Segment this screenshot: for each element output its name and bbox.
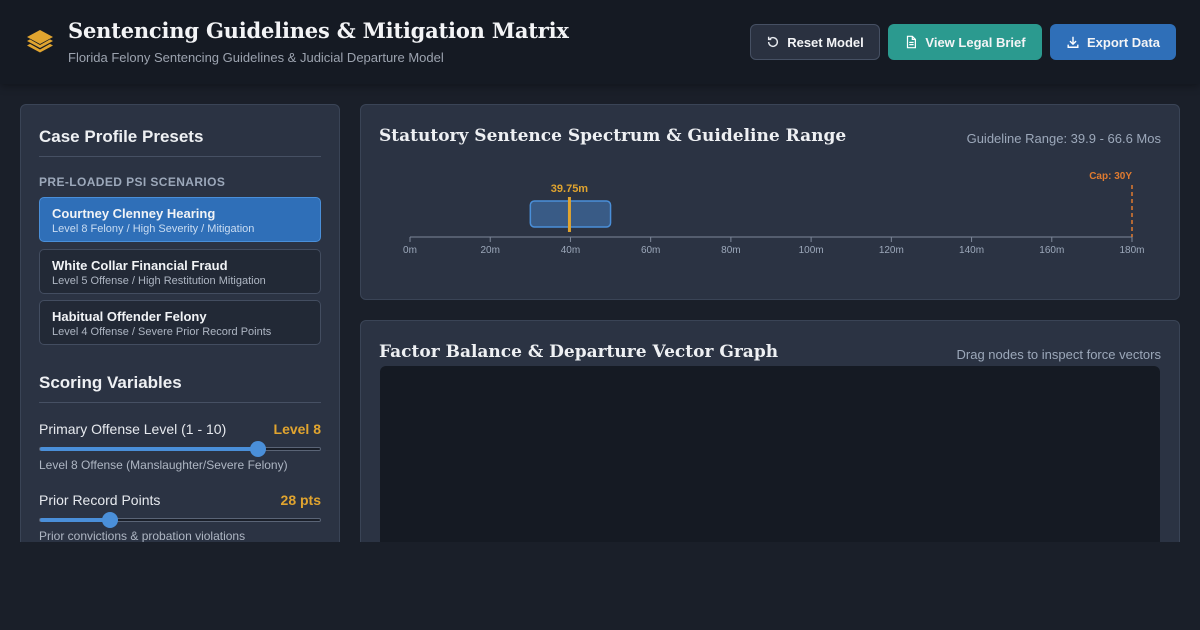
- factor-balance-panel: Factor Balance & Departure Vector Graph …: [360, 320, 1180, 560]
- stack-layers-icon: [27, 30, 53, 53]
- page-bottom: [0, 542, 1200, 630]
- sentence-marker-label: 39.75m: [551, 183, 589, 195]
- download-icon: [1067, 36, 1079, 48]
- offense-level-label: Primary Offense Level (1 - 10): [39, 421, 227, 437]
- tick-label: 180m: [1119, 245, 1144, 256]
- presets-subhead: PRE-LOADED PSI SCENARIOS: [39, 175, 226, 189]
- export-data-label: Export Data: [1087, 34, 1160, 50]
- tick-label: 100m: [799, 245, 824, 256]
- page-title: Sentencing Guidelines & Mitigation Matri…: [68, 18, 569, 43]
- tick-label: 80m: [721, 245, 740, 256]
- preset-desc: Level 4 Offense / Severe Prior Record Po…: [52, 326, 272, 338]
- slider-fill: [40, 447, 258, 451]
- slider-fill: [40, 518, 110, 522]
- tick-label: 60m: [641, 245, 660, 256]
- tick-label: 20m: [480, 245, 499, 256]
- offense-level-note: Level 8 Offense (Manslaughter/Severe Fel…: [39, 458, 288, 472]
- offense-level-slider[interactable]: [39, 441, 321, 457]
- case-profile-panel: Case Profile Presets PRE-LOADED PSI SCEN…: [20, 104, 340, 554]
- prior-record-note: Prior convictions & probation violations: [39, 529, 246, 543]
- preset-title: Habitual Offender Felony: [52, 309, 207, 324]
- prior-record-value: 28 pts: [280, 492, 321, 508]
- document-icon: [907, 35, 917, 49]
- tick-label: 120m: [879, 245, 904, 256]
- presets-title: Case Profile Presets: [39, 127, 204, 146]
- page-subtitle: Florida Felony Sentencing Guidelines & J…: [68, 50, 444, 65]
- scoring-title: Scoring Variables: [39, 373, 182, 392]
- preset-desc: Level 5 Offense / High Restitution Mitig…: [52, 275, 266, 287]
- preset-white-collar-fraud[interactable]: White Collar Financial Fraud Level 5 Off…: [39, 249, 321, 294]
- preset-courtney-clenney[interactable]: Courtney Clenney Hearing Level 8 Felony …: [39, 197, 321, 242]
- statutory-cap-label: Cap: 30Y: [1089, 171, 1132, 182]
- reset-model-button[interactable]: Reset Model: [750, 24, 880, 60]
- prior-record-slider[interactable]: [39, 512, 321, 528]
- sentence-spectrum-chart: 0m 20m 40m 60m 80m 100m 120m 140m 160m 180m 39.75m…: [403, 171, 1144, 256]
- departure-vector-canvas[interactable]: [380, 366, 1160, 559]
- preset-title: White Collar Financial Fraud: [52, 258, 228, 273]
- graph-title: Factor Balance & Departure Vector Graph: [379, 342, 779, 362]
- tick-label: 0m: [403, 245, 417, 256]
- preset-habitual-offender[interactable]: Habitual Offender Felony Level 4 Offense…: [39, 300, 321, 345]
- sentence-spectrum-panel: Statutory Sentence Spectrum & Guideline …: [360, 104, 1180, 300]
- app-header: Sentencing Guidelines & Mitigation Matri…: [0, 0, 1200, 84]
- tick-label: 40m: [561, 245, 580, 256]
- scoring-divider: [39, 402, 321, 403]
- graph-hint: Drag nodes to inspect force vectors: [956, 347, 1162, 362]
- view-legal-brief-button[interactable]: View Legal Brief: [888, 24, 1042, 60]
- reset-icon: [768, 36, 779, 48]
- slider-thumb[interactable]: [249, 441, 266, 457]
- offense-level-value: Level 8: [273, 421, 321, 437]
- slider-thumb[interactable]: [102, 512, 118, 528]
- view-legal-brief-label: View Legal Brief: [925, 34, 1026, 50]
- prior-record-label: Prior Record Points: [39, 492, 161, 508]
- presets-divider: [39, 156, 321, 157]
- preset-desc: Level 8 Felony / High Severity / Mitigat…: [52, 223, 255, 235]
- tick-label: 160m: [1039, 245, 1064, 256]
- export-data-button[interactable]: Export Data: [1050, 24, 1176, 60]
- tick-label: 140m: [959, 245, 984, 256]
- preset-title: Courtney Clenney Hearing: [52, 206, 216, 221]
- reset-model-label: Reset Model: [787, 34, 864, 50]
